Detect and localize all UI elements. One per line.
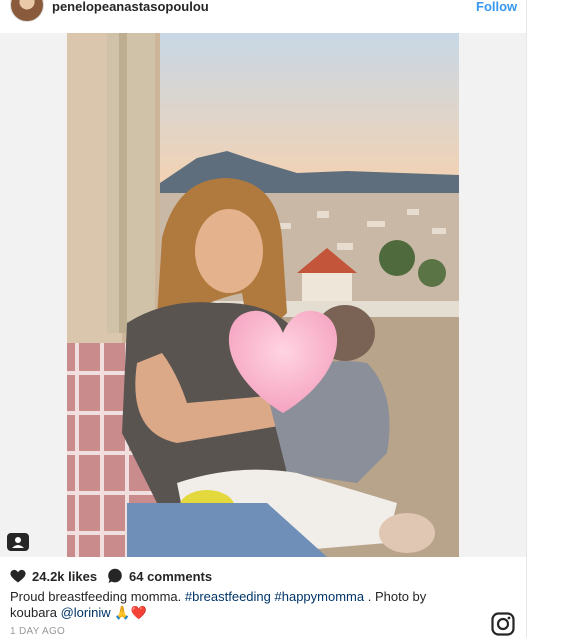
post-caption: Proud breastfeeding momma. #breastfeedin… [10,589,450,621]
mention-loriniw[interactable]: @loriniw [61,605,111,620]
instagram-icon[interactable] [491,612,515,636]
post-header: penelopeanastasopoulou Follow [0,0,526,26]
post-photo[interactable] [67,33,459,557]
user-avatar[interactable] [10,0,44,22]
username-link[interactable]: penelopeanastasopoulou [52,0,209,14]
follow-button[interactable]: Follow [476,0,517,14]
likes-count[interactable]: 24.2k likes [32,569,97,584]
heart-icon[interactable] [10,569,26,583]
hashtag-breastfeeding[interactable]: #breastfeeding [185,589,271,604]
caption-text-line2: koubara [10,605,61,620]
caption-text: Proud breastfeeding momma. [10,589,185,604]
post-timestamp: 1 DAY AGO [10,626,66,637]
instagram-post-card: penelopeanastasopoulou Follow 24.2k like… [0,0,527,638]
hashtag-happymomma[interactable]: #happymomma [275,589,365,604]
photo-illustration [67,33,459,557]
photo-container[interactable] [0,33,526,557]
comment-bubble-icon[interactable] [107,568,123,584]
caption-emoji: 🙏❤️ [110,605,147,620]
person-tag-icon[interactable] [7,531,29,551]
caption-text-mid: . Photo by [364,589,427,604]
comments-count[interactable]: 64 comments [129,569,212,584]
